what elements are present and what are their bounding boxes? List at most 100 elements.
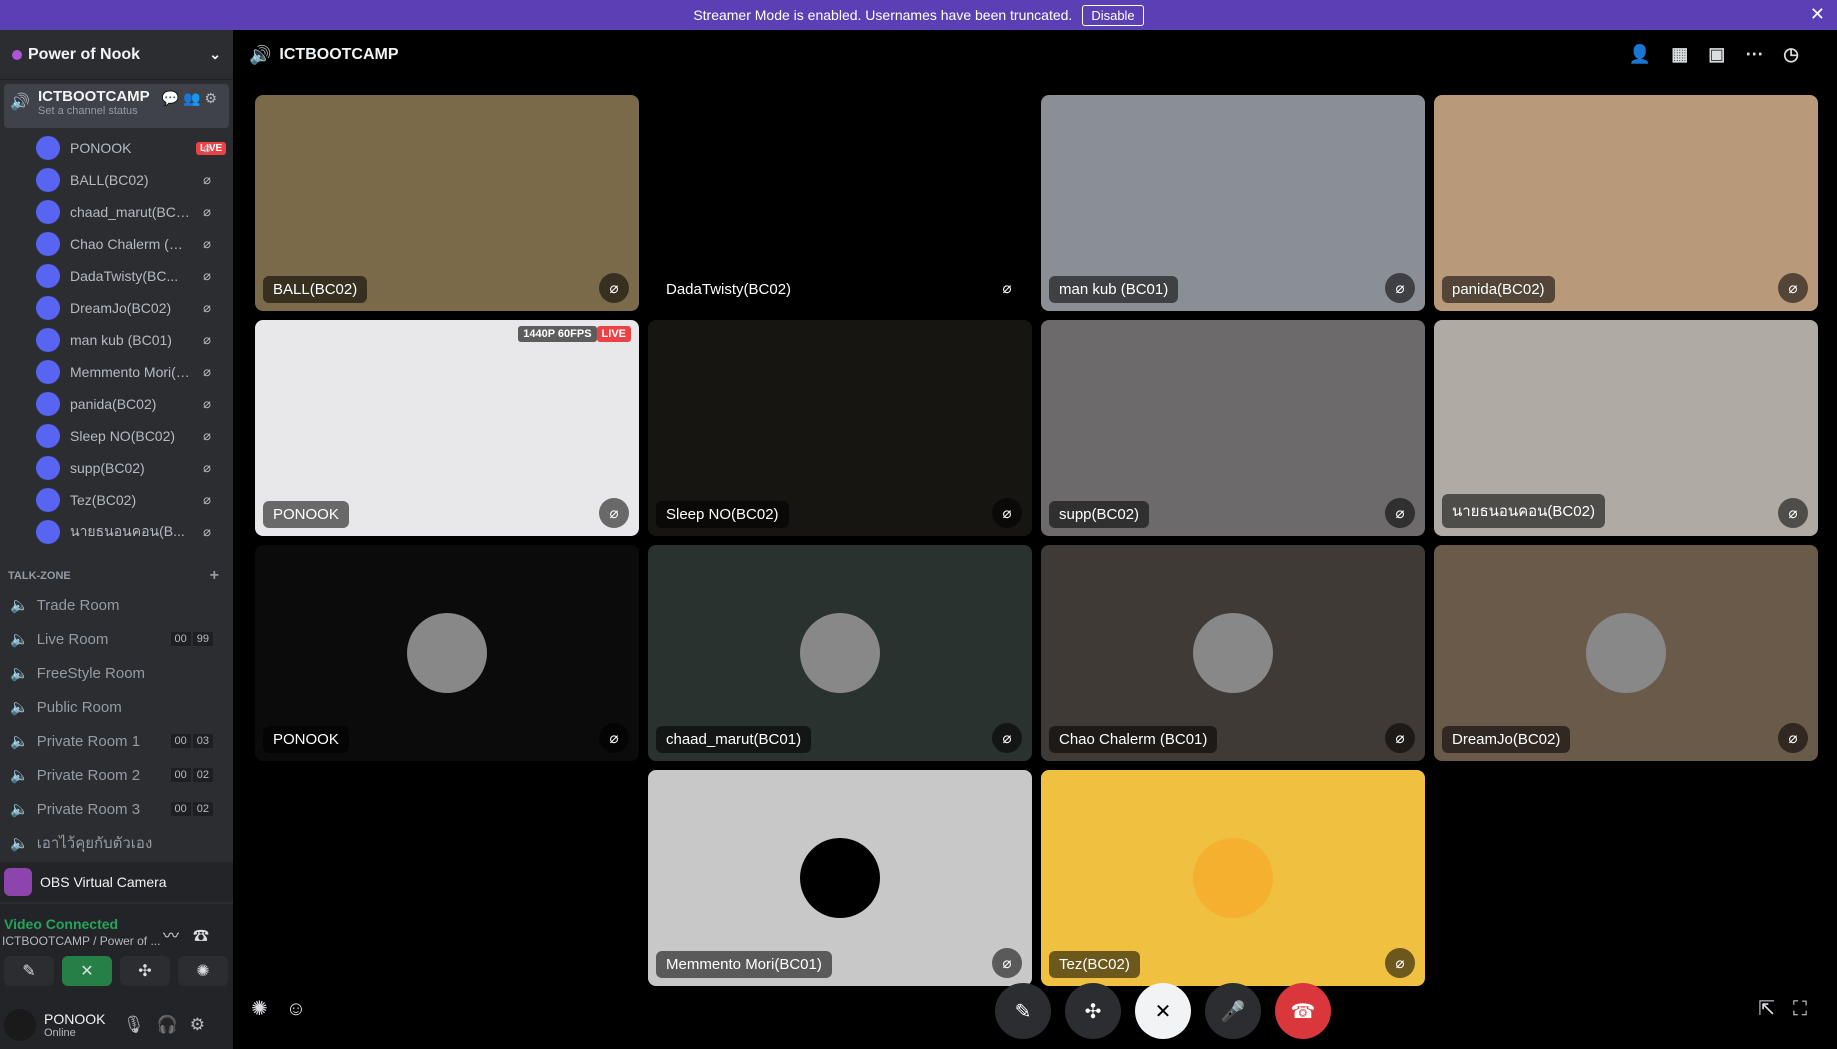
avatar <box>36 232 60 256</box>
voice-room[interactable]: 🔈 Trade Room <box>0 588 233 622</box>
add-channel-icon[interactable]: + <box>210 567 219 585</box>
sidebar-member[interactable]: chaad_marut(BC01) ⌀ <box>0 196 233 228</box>
activity-button[interactable]: ✣ <box>1065 983 1121 1039</box>
participant-tile[interactable]: DreamJo(BC02) ⌀ <box>1434 545 1818 761</box>
active-voice-channel[interactable]: 🔊 ICTBOOTCAMP Set a channel status 💬👥⚙ <box>4 84 229 128</box>
room-count-current: 00 <box>170 734 191 748</box>
avatar <box>36 360 60 384</box>
sidebar-member[interactable]: supp(BC02) ⌀ <box>0 452 233 484</box>
avatar <box>36 168 60 192</box>
obs-camera-bar[interactable]: OBS Virtual Camera <box>0 862 233 902</box>
participant-tile[interactable]: chaad_marut(BC01) ⌀ <box>648 545 1032 761</box>
noise-and-disconnect-icon[interactable]: 〰☎ <box>163 922 223 946</box>
participant-tile[interactable]: BALL(BC02) ⌀ <box>255 95 639 311</box>
member-name: Chao Chalerm (BC... <box>70 236 190 252</box>
sidebar-member[interactable]: นายธนอนคอน(B... ⌀ <box>0 516 233 548</box>
room-name: Private Room 2 <box>36 766 141 784</box>
room-count-current: 00 <box>170 768 191 782</box>
participant-tile[interactable]: Sleep NO(BC02) ⌀ <box>648 320 1032 536</box>
voice-status[interactable]: Video Connected <box>4 916 118 932</box>
speaker-icon: 🔈 <box>10 699 29 716</box>
participant-name: DreamJo(BC02) <box>1442 726 1571 753</box>
voice-room[interactable]: 🔈 Private Room 1 00 03 <box>0 724 233 758</box>
server-icon <box>12 49 22 60</box>
mic-muted-icon: ⌀ <box>1385 498 1415 528</box>
mic-muted-icon: ⌀ <box>1778 498 1808 528</box>
mute-button[interactable]: 🎤 <box>1205 983 1261 1039</box>
sidebar-member[interactable]: BALL(BC02) ⌀ <box>0 164 233 196</box>
category-name: TALK-ZONE <box>8 570 71 582</box>
mute-icon: ⌀ <box>203 492 217 507</box>
sidebar-member[interactable]: DadaTwisty(BC... ⌀ <box>0 260 233 292</box>
participant-tile[interactable]: นายธนอนคอน(BC02) ⌀ <box>1434 320 1818 536</box>
disconnect-button[interactable]: ☎ <box>1275 983 1331 1039</box>
category-header[interactable]: TALK-ZONE + <box>0 564 233 588</box>
soundboard-emoji-icon[interactable]: ✺☺ <box>251 996 324 1021</box>
participant-tile[interactable]: PONOOK ⌀ 1440P 60FPS LIVE <box>255 320 639 536</box>
avatar <box>1193 838 1273 918</box>
voice-room[interactable]: 🔈 เอาไว้คุยกับตัวเอง <box>0 826 233 860</box>
mute-icon: ⌀ <box>203 524 217 539</box>
mute-icon: ⌀ <box>203 300 217 315</box>
participant-name: DadaTwisty(BC02) <box>656 276 802 303</box>
voice-path: ICTBOOTCAMP / Power of ... <box>2 934 161 948</box>
sidebar-member[interactable]: Memmento Mori(B... ⌀ <box>0 356 233 388</box>
speaker-icon: 🔈 <box>10 801 29 818</box>
close-icon[interactable]: ✕ <box>1810 4 1825 25</box>
soundboard-button[interactable]: ✺ <box>178 956 228 986</box>
streamer-mode-banner: Streamer Mode is enabled. Usernames have… <box>0 0 1837 30</box>
sidebar-member[interactable]: Tez(BC02) ⌀ <box>0 484 233 516</box>
sidebar-member[interactable]: Chao Chalerm (BC... ⌀ <box>0 228 233 260</box>
participant-name: BALL(BC02) <box>263 276 368 303</box>
activities-button[interactable]: ✣ <box>120 956 170 986</box>
mute-icon: ⌀ <box>203 364 217 379</box>
room-count: 00 03 <box>169 734 213 748</box>
voice-room[interactable]: 🔈 FreeStyle Room <box>0 656 233 690</box>
participant-name: man kub (BC01) <box>1049 276 1179 303</box>
voice-room[interactable]: 🔈 Private Room 3 00 02 <box>0 792 233 826</box>
sidebar-member[interactable]: Sleep NO(BC02) ⌀ <box>0 420 233 452</box>
participant-tile[interactable]: PONOOK ⌀ <box>255 545 639 761</box>
mute-icon: ⌀ <box>203 204 217 219</box>
room-count: 00 02 <box>169 768 213 782</box>
participant-tile[interactable]: man kub (BC01) ⌀ <box>1041 95 1425 311</box>
channel-tools-icon[interactable]: 💬👥⚙ <box>162 90 221 107</box>
sidebar-member[interactable]: man kub (BC01) ⌀ <box>0 324 233 356</box>
participant-name: supp(BC02) <box>1049 501 1150 528</box>
call-header: 🔊 ICTBOOTCAMP 👤▦▣⋯◷ <box>233 30 1837 80</box>
avatar <box>36 296 60 320</box>
stop-stream-button[interactable]: ✕ <box>1135 983 1191 1039</box>
header-actions-icon[interactable]: 👤▦▣⋯◷ <box>1629 44 1819 65</box>
server-header[interactable]: Power of Nook ⌄ <box>0 30 233 80</box>
sidebar-member[interactable]: DreamJo(BC02) ⌀ <box>0 292 233 324</box>
camera-off-button[interactable]: ✎ <box>995 983 1051 1039</box>
call-controls: ✎ ✣ ✕ 🎤 ☎ <box>995 983 1331 1039</box>
sidebar-member[interactable]: PONOOK LIVE ⌀ <box>0 132 233 164</box>
sidebar-member[interactable]: panida(BC02) ⌀ <box>0 388 233 420</box>
mic-muted-icon: ⌀ <box>1385 273 1415 303</box>
participant-tile[interactable]: DadaTwisty(BC02) ⌀ <box>648 95 1032 311</box>
mute-icon: ⌀ <box>203 428 217 443</box>
disable-button[interactable]: Disable <box>1082 4 1144 26</box>
user-panel[interactable]: PONOOK Online 🎙🎧⚙ <box>0 1000 233 1049</box>
screen-share-button[interactable]: ✕ <box>62 956 112 986</box>
participant-tile[interactable]: Tez(BC02) ⌀ <box>1041 770 1425 986</box>
mic-muted-icon: ⌀ <box>1778 273 1808 303</box>
mute-icon: ⌀ <box>203 268 217 283</box>
member-name: DadaTwisty(BC... <box>70 268 179 284</box>
chevron-down-icon[interactable]: ⌄ <box>209 46 221 63</box>
popout-fullscreen-icon[interactable]: ⇱⛶ <box>1758 996 1825 1021</box>
participant-tile[interactable]: panida(BC02) ⌀ <box>1434 95 1818 311</box>
user-controls-icon[interactable]: 🎙🎧⚙ <box>123 1015 217 1035</box>
voice-room[interactable]: 🔈 Private Room 2 00 02 <box>0 758 233 792</box>
participant-tile[interactable]: Memmento Mori(BC01) ⌀ <box>648 770 1032 986</box>
call-view: 🔊 ICTBOOTCAMP 👤▦▣⋯◷ BALL(BC02) ⌀ DadaTwist… <box>233 30 1837 1049</box>
participant-tile[interactable]: Chao Chalerm (BC01) ⌀ <box>1041 545 1425 761</box>
camera-toggle-button[interactable]: ✎ <box>4 956 54 986</box>
mic-muted-icon: ⌀ <box>992 723 1022 753</box>
participant-name: นายธนอนคอน(BC02) <box>1442 494 1605 528</box>
avatar[interactable] <box>4 1008 36 1041</box>
voice-room[interactable]: 🔈 Public Room <box>0 690 233 724</box>
participant-tile[interactable]: supp(BC02) ⌀ <box>1041 320 1425 536</box>
voice-room[interactable]: 🔈 Live Room 00 99 <box>0 622 233 656</box>
